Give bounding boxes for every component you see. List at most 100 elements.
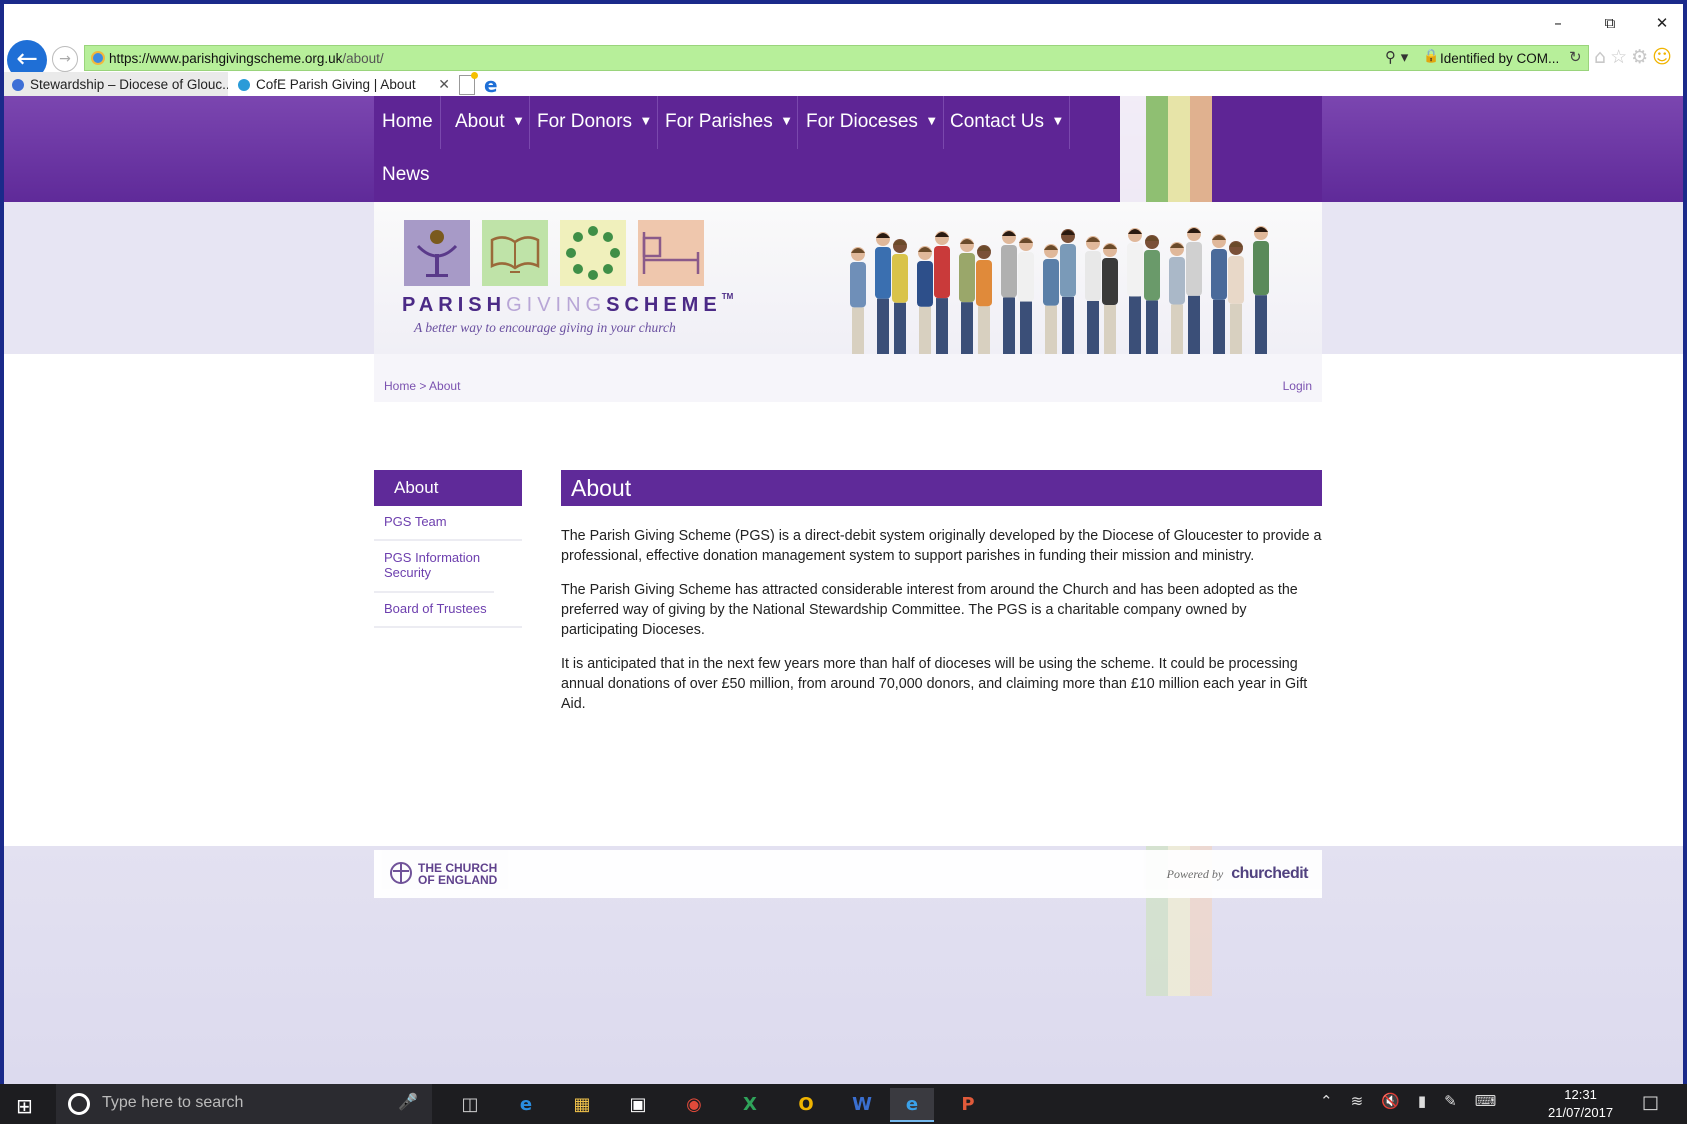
minimize-icon[interactable]: – bbox=[1538, 10, 1578, 36]
login-link[interactable]: Login bbox=[1283, 379, 1312, 393]
nav-for-donors[interactable]: For Donors ▼ bbox=[529, 96, 658, 149]
brand-wordmark: PARISHGIVINGSCHEMETM bbox=[402, 292, 734, 316]
breadcrumb-bar: Home > About Login bbox=[374, 354, 1322, 402]
breadcrumb-current[interactable]: About bbox=[429, 379, 460, 393]
web-page: Home About ▼ For Donors ▼ For Parishes ▼ Fo… bbox=[4, 96, 1683, 1084]
edge-icon[interactable]: e bbox=[504, 1088, 548, 1122]
site-header: PARISHGIVINGSCHEMETM A better way to enc… bbox=[374, 202, 1322, 354]
search-icon[interactable]: ⚲ ▾ bbox=[1385, 48, 1408, 66]
powerpoint-icon[interactable]: P bbox=[946, 1088, 990, 1122]
nav-label: For Donors bbox=[537, 111, 633, 132]
powered-by-label: Powered by bbox=[1166, 867, 1224, 881]
search-placeholder: Type here to search bbox=[102, 1094, 244, 1111]
taskbar-search[interactable]: Type here to search 🎤 bbox=[56, 1084, 432, 1124]
ie-logo-icon: e bbox=[484, 73, 498, 97]
nav-label: Contact Us bbox=[950, 111, 1044, 132]
url-text[interactable]: https://www.parishgivingscheme.org.uk/ab… bbox=[109, 51, 384, 66]
breadcrumb: Home > About bbox=[384, 379, 460, 393]
sidebar-item-pgs-team[interactable]: PGS Team bbox=[374, 506, 522, 541]
crowd-photo bbox=[850, 226, 1269, 354]
cortana-icon bbox=[68, 1093, 90, 1115]
file-explorer-icon[interactable]: ▦ bbox=[560, 1088, 604, 1122]
sidebar-title[interactable]: About bbox=[374, 470, 522, 506]
excel-icon[interactable]: X bbox=[728, 1088, 772, 1122]
site-favicon-icon bbox=[91, 51, 105, 65]
favorites-star-icon[interactable]: ☆ bbox=[1610, 46, 1631, 68]
caret-down-icon: ▼ bbox=[1053, 116, 1062, 127]
home-icon[interactable]: ⌂ bbox=[1594, 46, 1610, 68]
title-bar: – ⧉ ✕ bbox=[4, 4, 1683, 40]
keyboard-icon[interactable]: ⌨ bbox=[1475, 1092, 1515, 1110]
nav-label: Home bbox=[382, 111, 433, 132]
close-tab-icon[interactable]: ✕ bbox=[438, 72, 450, 98]
tagline: A better way to encourage giving in your… bbox=[414, 320, 676, 335]
paragraph: It is anticipated that in the next few y… bbox=[561, 656, 1308, 712]
tab-row: Stewardship – Diocese of Glouc... CofE P… bbox=[4, 72, 1683, 98]
nav-news[interactable]: News bbox=[374, 149, 438, 202]
site-identity[interactable]: Identified by COM... bbox=[1440, 51, 1559, 66]
sidebar: About PGS Team PGS Information Security … bbox=[374, 470, 522, 628]
church-of-england-wordmark[interactable]: THE CHURCH OF ENGLAND bbox=[418, 862, 497, 886]
nav-for-parishes[interactable]: For Parishes ▼ bbox=[657, 96, 799, 149]
tab-parish-giving[interactable]: CofE Parish Giving | About ✕ bbox=[230, 72, 456, 98]
close-window-icon[interactable]: ✕ bbox=[1642, 10, 1682, 36]
caret-down-icon: ▼ bbox=[782, 116, 791, 127]
windows-start-icon[interactable]: ⊞ bbox=[16, 1094, 33, 1118]
caret-down-icon: ▼ bbox=[927, 116, 936, 127]
taskbar-clock[interactable]: 12:31 21/07/2017 bbox=[1548, 1086, 1613, 1122]
bed-icon bbox=[638, 220, 704, 286]
churchedit-logo: churchedit bbox=[1231, 865, 1308, 882]
chrome-icon[interactable]: ◉ bbox=[672, 1088, 716, 1122]
toolbar-icons: ⌂☆⚙☺ bbox=[1594, 46, 1676, 68]
system-tray: ⌃≋🔇▮✎⌨ bbox=[1320, 1092, 1514, 1110]
caret-down-icon: ▼ bbox=[642, 116, 650, 127]
church-of-england-logo-icon[interactable] bbox=[390, 862, 412, 884]
menu-right-panel bbox=[1212, 96, 1322, 202]
pen-icon[interactable]: ✎ bbox=[1444, 1092, 1475, 1110]
feedback-smiley-icon[interactable]: ☺ bbox=[1652, 46, 1676, 68]
breadcrumb-separator: > bbox=[419, 379, 427, 393]
paragraph: The Parish Giving Scheme has attracted c… bbox=[561, 582, 1298, 638]
word-icon[interactable]: W bbox=[840, 1088, 884, 1122]
nav-label: About bbox=[455, 111, 505, 132]
tab-stewardship[interactable]: Stewardship – Diocese of Glouc... bbox=[4, 72, 228, 98]
battery-icon[interactable]: ▮ bbox=[1418, 1092, 1444, 1110]
main-content: About The Parish Giving Scheme (PGS) is … bbox=[561, 470, 1322, 714]
forward-button[interactable]: → bbox=[52, 46, 78, 72]
windows-taskbar: ⊞ Type here to search 🎤 ◫ e ▦ ▣ ◉ X O W … bbox=[0, 1084, 1687, 1124]
browser-window: – ⧉ ✕ ← → https://www.parishgivingscheme… bbox=[4, 4, 1683, 1084]
address-bar[interactable]: https://www.parishgivingscheme.org.uk/ab… bbox=[84, 45, 1589, 71]
restore-icon[interactable]: ⧉ bbox=[1590, 10, 1630, 36]
internet-explorer-icon[interactable]: e bbox=[890, 1088, 934, 1122]
page-title: About bbox=[561, 470, 1322, 506]
decor-stripes bbox=[1146, 96, 1212, 202]
nav-home[interactable]: Home bbox=[374, 96, 441, 149]
action-center-icon[interactable]: □ bbox=[1642, 1092, 1659, 1113]
nav-label: For Dioceses bbox=[806, 111, 918, 132]
tab-label: CofE Parish Giving | About bbox=[256, 77, 416, 92]
tab-favicon-icon bbox=[12, 79, 24, 91]
nav-about[interactable]: About ▼ bbox=[447, 96, 531, 149]
store-icon[interactable]: ▣ bbox=[616, 1088, 660, 1122]
clock-time: 12:31 bbox=[1564, 1087, 1597, 1102]
nav-label: News bbox=[382, 164, 430, 185]
settings-gear-icon[interactable]: ⚙ bbox=[1631, 46, 1652, 68]
outlook-icon[interactable]: O bbox=[784, 1088, 828, 1122]
sidebar-item-information-security[interactable]: PGS Information Security bbox=[374, 541, 494, 593]
lock-icon[interactable]: 🔒 bbox=[1423, 49, 1439, 64]
breadcrumb-home[interactable]: Home bbox=[384, 379, 416, 393]
powered-by[interactable]: Powered by churchedit bbox=[1166, 865, 1309, 883]
volume-muted-icon[interactable]: 🔇 bbox=[1381, 1092, 1418, 1110]
caret-down-icon: ▼ bbox=[514, 116, 523, 127]
new-tab-icon[interactable] bbox=[459, 72, 478, 95]
refresh-icon[interactable]: ↻ bbox=[1569, 48, 1582, 66]
show-hidden-icons-icon[interactable]: ⌃ bbox=[1320, 1092, 1351, 1110]
main-nav: Home About ▼ For Donors ▼ For Parishes ▼ Fo… bbox=[374, 96, 1120, 202]
paragraph: The Parish Giving Scheme (PGS) is a dire… bbox=[561, 528, 1322, 564]
nav-contact-us[interactable]: Contact Us ▼ bbox=[942, 96, 1070, 149]
nav-for-dioceses[interactable]: For Dioceses ▼ bbox=[798, 96, 944, 149]
sidebar-item-board-of-trustees[interactable]: Board of Trustees bbox=[374, 593, 522, 628]
microphone-icon[interactable]: 🎤 bbox=[398, 1092, 418, 1111]
network-icon[interactable]: ≋ bbox=[1351, 1092, 1382, 1110]
task-view-icon[interactable]: ◫ bbox=[448, 1088, 492, 1122]
